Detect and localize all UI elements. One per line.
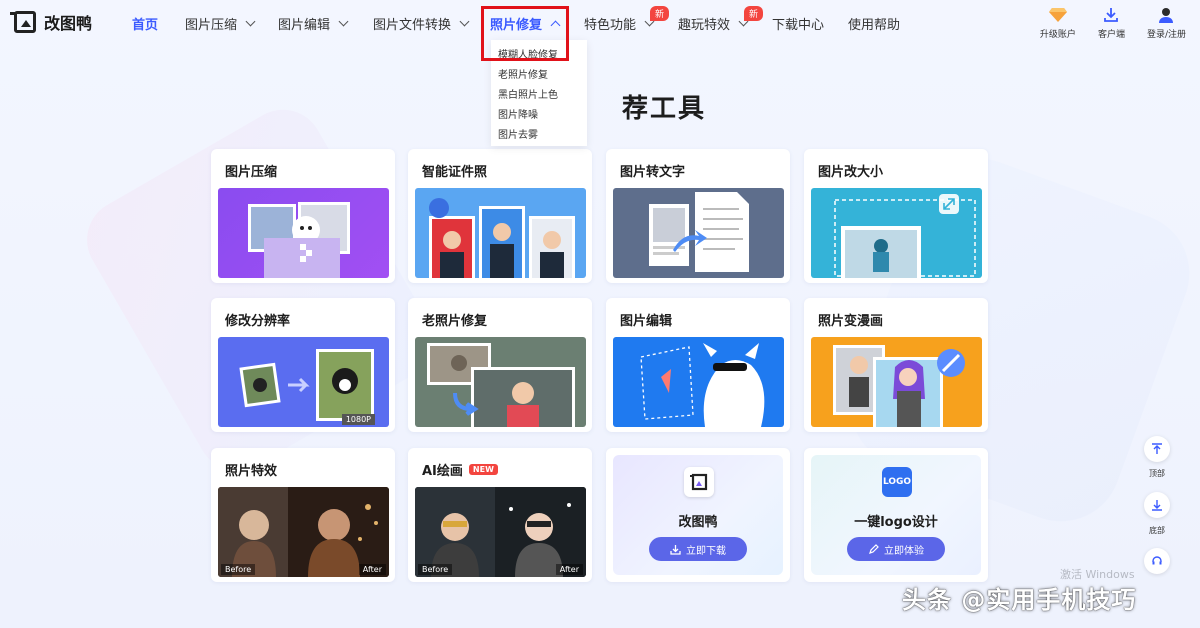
chevron-down-icon (459, 16, 470, 27)
before-label: Before (221, 564, 256, 575)
card-image (415, 337, 586, 427)
arrow-down-icon (1152, 500, 1162, 511)
nav-image-compress[interactable]: 图片压缩 (185, 14, 256, 33)
page-title: 荐工具 (621, 94, 706, 124)
nav-image-edit[interactable]: 图片编辑 (278, 14, 349, 33)
card-image-to-text[interactable]: 图片转文字 (606, 149, 790, 283)
card-title: 图片转文字 (620, 165, 686, 180)
top-header: 改图鸭 首页 图片压缩 图片编辑 图片文件转换 照片修复 特色功能 新 趣玩特效… (0, 0, 1200, 44)
header-actions: 升级账户 客户端 登录/注册 (1040, 6, 1186, 40)
promo-name: 改图鸭 (678, 515, 718, 530)
promo-background: 改图鸭 立即下载 (613, 455, 783, 575)
card-image (218, 188, 389, 278)
card-image (811, 337, 982, 427)
logo-icon (10, 11, 36, 33)
card-image (613, 188, 784, 278)
resolution-tag: 1080P (341, 414, 375, 425)
pencil-icon (869, 543, 879, 554)
new-tag: NEW (468, 464, 498, 475)
client-download[interactable]: 客户端 (1098, 6, 1125, 40)
scroll-top-button[interactable] (1144, 436, 1170, 462)
dropdown-item-old-photo[interactable]: 老照片修复 (491, 66, 587, 86)
card-title: 图片改大小 (818, 165, 884, 180)
scroll-bottom-label: 底部 (1149, 526, 1165, 535)
card-title: 图片压缩 (225, 165, 278, 180)
card-image (811, 188, 982, 278)
customer-service-button[interactable] (1144, 548, 1170, 574)
card-title: AI绘画 NEW (422, 460, 498, 479)
card-title: 图片编辑 (620, 314, 673, 329)
card-title: 老照片修复 (422, 314, 488, 329)
site-logo[interactable]: 改图鸭 (10, 10, 93, 34)
card-resolution[interactable]: 修改分辨率 1080P (211, 298, 395, 432)
card-photo-to-cartoon[interactable]: 照片变漫画 (804, 298, 988, 432)
dropdown-item-denoise[interactable]: 图片降噪 (491, 106, 587, 126)
dropdown-item-dehaze[interactable]: 图片去雾 (491, 126, 587, 146)
login-register[interactable]: 登录/注册 (1147, 6, 1186, 40)
chevron-down-icon (338, 16, 349, 27)
nav-download-center[interactable]: 下载中心 (772, 14, 824, 33)
card-ai-painting[interactable]: AI绘画 NEW Before After (408, 448, 592, 582)
scroll-bottom-button[interactable] (1144, 492, 1170, 518)
logo-design-icon: LOGO (882, 467, 912, 497)
logo-text: 改图鸭 (44, 14, 93, 33)
before-label: Before (418, 564, 453, 575)
nav-home[interactable]: 首页 (132, 14, 158, 33)
promo-card-app[interactable]: 改图鸭 立即下载 (606, 448, 790, 582)
card-title: 照片变漫画 (818, 314, 884, 329)
card-image: 1080P (218, 337, 389, 427)
card-image (415, 188, 586, 278)
after-label: After (555, 564, 583, 575)
upgrade-account[interactable]: 升级账户 (1040, 6, 1076, 40)
download-now-button[interactable]: 立即下载 (649, 537, 747, 561)
scroll-top-label: 顶部 (1149, 469, 1165, 478)
card-image: Before After (415, 487, 586, 577)
red-highlight-box (481, 6, 569, 61)
card-image (613, 337, 784, 427)
chevron-down-icon (245, 16, 256, 27)
card-title: 修改分辨率 (225, 314, 291, 329)
watermark-text: 头条 @实用手机技巧 (902, 586, 1137, 614)
new-badge: 新 (650, 6, 670, 21)
nav-file-convert[interactable]: 图片文件转换 (373, 14, 470, 33)
nav-help[interactable]: 使用帮助 (848, 14, 900, 33)
nav-special-features[interactable]: 特色功能 (584, 14, 655, 33)
promo-card-logo-design[interactable]: LOGO 一键logo设计 立即体验 (804, 448, 988, 582)
card-image: Before After (218, 487, 389, 577)
card-image-compress[interactable]: 图片压缩 (211, 149, 395, 283)
headset-icon (1152, 556, 1162, 565)
arrow-up-icon (1152, 443, 1162, 454)
app-logo-icon (684, 467, 714, 497)
card-title: 照片特效 (225, 464, 278, 479)
promo-background: LOGO 一键logo设计 立即体验 (811, 455, 981, 575)
dropdown-item-colorize[interactable]: 黑白照片上色 (491, 86, 587, 106)
after-label: After (358, 564, 386, 575)
nav-fun-effects[interactable]: 趣玩特效 (678, 14, 749, 33)
card-id-photo[interactable]: 智能证件照 (408, 149, 592, 283)
avatar-icon (1156, 6, 1176, 24)
card-image-edit[interactable]: 图片编辑 (606, 298, 790, 432)
promo-name: 一键logo设计 (854, 515, 938, 530)
diamond-icon (1048, 6, 1068, 24)
card-image-resize[interactable]: 图片改大小 (804, 149, 988, 283)
download-icon (1101, 6, 1121, 24)
card-title: 智能证件照 (422, 165, 488, 180)
download-icon (670, 544, 681, 555)
try-now-button[interactable]: 立即体验 (847, 537, 945, 561)
card-photo-effects[interactable]: 照片特效 Before After (211, 448, 395, 582)
card-old-photo[interactable]: 老照片修复 (408, 298, 592, 432)
new-badge: 新 (744, 6, 764, 21)
